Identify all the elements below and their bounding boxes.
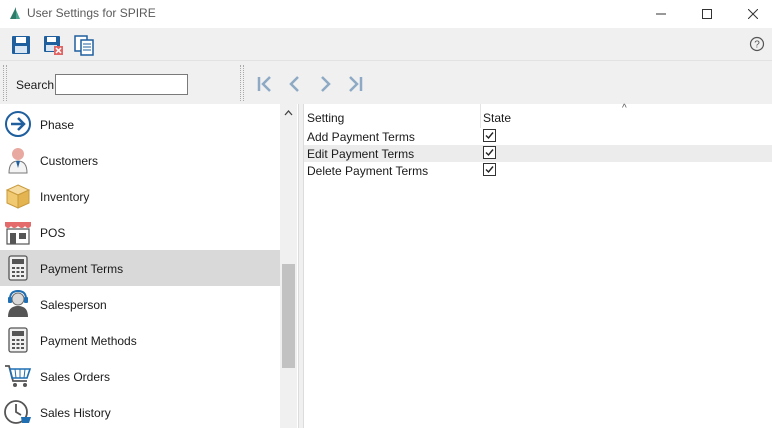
sidebar-item-label: Sales History <box>40 406 111 420</box>
state-checkbox[interactable] <box>483 163 496 176</box>
column-header-state[interactable]: State <box>483 111 511 125</box>
calculator-icon <box>8 327 28 353</box>
sidebar-item-payment-methods[interactable]: Payment Methods <box>0 322 280 358</box>
headset-person-icon <box>8 290 28 317</box>
search-navigation-bar: Search <box>0 60 772 104</box>
table-row[interactable]: Add Payment Terms <box>304 128 772 145</box>
state-checkbox[interactable] <box>483 129 496 142</box>
copy-icon[interactable] <box>73 34 95 56</box>
svg-text:?: ? <box>754 40 760 51</box>
minimize-icon <box>656 13 666 15</box>
checkmark-icon <box>485 149 494 157</box>
sort-indicator-icon: ^ <box>622 103 627 114</box>
minimize-button[interactable] <box>638 0 684 28</box>
grid-header: Setting State ^ <box>304 103 772 128</box>
storefront-icon <box>5 222 31 245</box>
scroll-thumb[interactable] <box>282 264 295 368</box>
column-separator[interactable] <box>480 104 481 128</box>
settings-grid: Setting State ^ Add Payment Terms Edit P… <box>304 103 772 428</box>
sidebar-item-phase[interactable]: Phase <box>0 106 280 142</box>
setting-cell: Add Payment Terms <box>307 130 415 144</box>
sidebar-item-label: Phase <box>40 118 75 132</box>
close-button[interactable] <box>730 0 772 28</box>
save-icon[interactable] <box>10 34 32 56</box>
column-header-setting[interactable]: Setting <box>307 111 344 125</box>
search-input[interactable] <box>55 74 188 95</box>
sidebar-item-sales-history[interactable]: Sales History <box>0 394 280 428</box>
maximize-icon <box>702 9 712 19</box>
search-label: Search <box>16 78 55 92</box>
save-close-icon[interactable] <box>42 34 64 56</box>
setting-cell: Edit Payment Terms <box>307 147 415 161</box>
next-record-icon[interactable] <box>314 73 336 95</box>
setting-cell: Delete Payment Terms <box>307 164 429 178</box>
window-title: User Settings for SPIRE <box>27 6 156 20</box>
sidebar-item-sales-orders[interactable]: Sales Orders <box>0 358 280 394</box>
title-bar: User Settings for SPIRE <box>0 0 772 28</box>
calculator-icon <box>8 255 28 281</box>
sidebar-item-label: Sales Orders <box>40 370 111 384</box>
arrow-right-circle-icon <box>5 111 31 137</box>
help-icon[interactable]: ? <box>749 36 765 52</box>
clock-cart-icon <box>4 400 31 424</box>
checkmark-icon <box>485 132 494 140</box>
shopping-cart-icon <box>5 365 32 387</box>
sidebar-item-label: Customers <box>40 154 99 168</box>
last-record-icon[interactable] <box>344 73 366 95</box>
sidebar-item-customers[interactable]: Customers <box>0 142 280 178</box>
sidebar-item-label: POS <box>40 226 66 240</box>
sidebar-item-label: Inventory <box>40 190 90 204</box>
toolbar: ? <box>0 28 772 60</box>
sidebar-item-label: Payment Terms <box>40 262 124 276</box>
sidebar-item-salesperson[interactable]: Salesperson <box>0 286 280 322</box>
sidebar-item-payment-terms[interactable]: Payment Terms <box>0 250 280 286</box>
close-icon <box>748 9 758 19</box>
customer-person-icon <box>8 148 28 174</box>
box-icon <box>5 184 31 209</box>
table-row[interactable]: Delete Payment Terms <box>304 162 772 179</box>
checkmark-icon <box>485 166 494 174</box>
first-record-icon[interactable] <box>254 73 276 95</box>
spire-logo-icon <box>10 7 20 19</box>
toolbar-grip[interactable] <box>3 65 7 101</box>
scroll-up-button[interactable] <box>280 106 297 120</box>
previous-record-icon[interactable] <box>284 73 306 95</box>
settings-category-list: Phase Customers Inventory POS Payment Te… <box>0 104 298 428</box>
sidebar-item-label: Payment Methods <box>40 334 137 348</box>
state-checkbox[interactable] <box>483 146 496 159</box>
sidebar-scrollbar[interactable] <box>280 104 297 428</box>
sidebar-item-label: Salesperson <box>40 298 107 312</box>
chevron-up-icon <box>284 110 293 116</box>
toolbar-grip[interactable] <box>240 65 244 101</box>
maximize-button[interactable] <box>684 0 730 28</box>
sidebar-item-pos[interactable]: POS <box>0 214 280 250</box>
table-row[interactable]: Edit Payment Terms <box>304 145 772 162</box>
sidebar-item-inventory[interactable]: Inventory <box>0 178 280 214</box>
